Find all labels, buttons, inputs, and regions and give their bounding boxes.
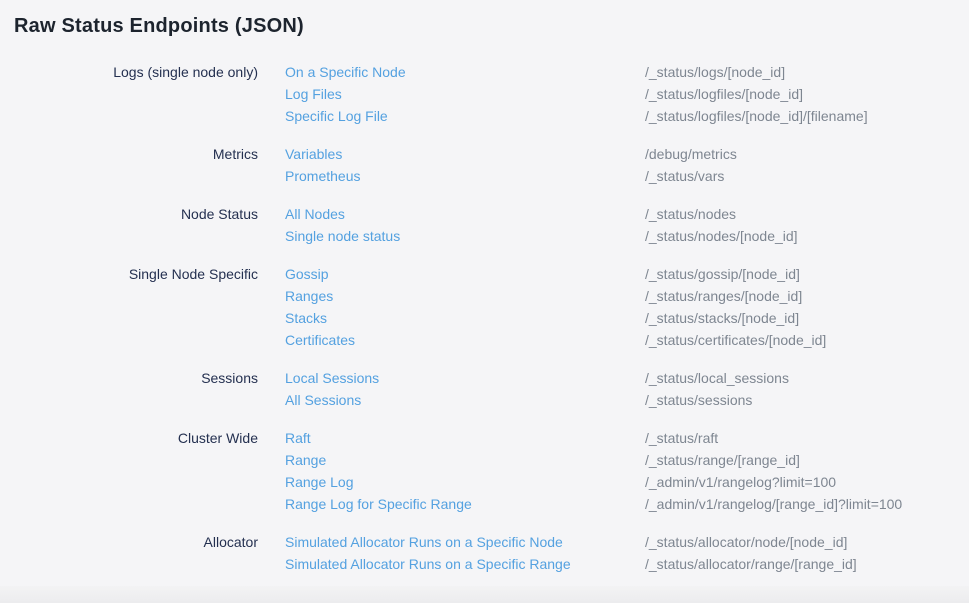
endpoint-path: /_status/ranges/[node_id]: [645, 285, 969, 307]
endpoint-path: /_status/certificates/[node_id]: [645, 329, 969, 351]
endpoint-group: Allocator Simulated Allocator Runs on a …: [0, 531, 969, 575]
paths-column: /_status/local_sessions/_status/sessions: [645, 367, 969, 411]
category-label: Single Node Specific: [0, 263, 258, 285]
paths-column: /_status/gossip/[node_id]/_status/ranges…: [645, 263, 969, 351]
links-column: GossipRangesStacksCertificates: [285, 263, 618, 351]
endpoint-path: /_status/nodes/[node_id]: [645, 225, 969, 247]
endpoint-group: Single Node Specific GossipRangesStacksC…: [0, 263, 969, 351]
endpoint-link[interactable]: Variables: [285, 143, 618, 165]
paths-column: /_status/nodes/_status/nodes/[node_id]: [645, 203, 969, 247]
endpoint-path: /_status/vars: [645, 165, 969, 187]
category-label: Logs (single node only): [0, 61, 258, 83]
endpoint-link[interactable]: Stacks: [285, 307, 618, 329]
links-column: VariablesPrometheus: [285, 143, 618, 187]
endpoint-link[interactable]: Raft: [285, 427, 618, 449]
links-column: All NodesSingle node status: [285, 203, 618, 247]
category-label: Node Status: [0, 203, 258, 225]
endpoint-group: Metrics VariablesPrometheus /debug/metri…: [0, 143, 969, 187]
endpoint-path: /_status/logs/[node_id]: [645, 61, 969, 83]
endpoint-group: Cluster Wide RaftRangeRange LogRange Log…: [0, 427, 969, 515]
endpoints-table: Logs (single node only) On a Specific No…: [0, 61, 969, 575]
endpoint-link[interactable]: Range: [285, 449, 618, 471]
category-label: Cluster Wide: [0, 427, 258, 449]
endpoint-path: /_status/allocator/node/[node_id]: [645, 531, 969, 553]
endpoint-link[interactable]: Log Files: [285, 83, 618, 105]
footer-strip: [0, 586, 969, 603]
endpoint-link[interactable]: On a Specific Node: [285, 61, 618, 83]
endpoint-path: /_status/logfiles/[node_id]: [645, 83, 969, 105]
endpoint-path: /_status/gossip/[node_id]: [645, 263, 969, 285]
endpoint-path: /_status/stacks/[node_id]: [645, 307, 969, 329]
paths-column: /_status/logs/[node_id]/_status/logfiles…: [645, 61, 969, 127]
endpoint-path: /_status/sessions: [645, 389, 969, 411]
endpoint-group: Sessions Local SessionsAll Sessions /_st…: [0, 367, 969, 411]
category-label: Metrics: [0, 143, 258, 165]
endpoint-link[interactable]: Range Log for Specific Range: [285, 493, 618, 515]
links-column: RaftRangeRange LogRange Log for Specific…: [285, 427, 618, 515]
endpoint-link[interactable]: Gossip: [285, 263, 618, 285]
endpoint-group: Logs (single node only) On a Specific No…: [0, 61, 969, 127]
endpoint-path: /_status/nodes: [645, 203, 969, 225]
paths-column: /_status/raft/_status/range/[range_id]/_…: [645, 427, 969, 515]
endpoint-path: /debug/metrics: [645, 143, 969, 165]
endpoint-link[interactable]: Range Log: [285, 471, 618, 493]
endpoint-link[interactable]: Single node status: [285, 225, 618, 247]
endpoint-path: /_status/raft: [645, 427, 969, 449]
page-title: Raw Status Endpoints (JSON): [0, 0, 969, 38]
endpoint-link[interactable]: Ranges: [285, 285, 618, 307]
endpoint-link[interactable]: Simulated Allocator Runs on a Specific N…: [285, 531, 618, 553]
category-label: Sessions: [0, 367, 258, 389]
endpoint-link[interactable]: Local Sessions: [285, 367, 618, 389]
links-column: Simulated Allocator Runs on a Specific N…: [285, 531, 618, 575]
endpoint-path: /_admin/v1/rangelog?limit=100: [645, 471, 969, 493]
endpoint-link[interactable]: All Nodes: [285, 203, 618, 225]
endpoint-path: /_status/allocator/range/[range_id]: [645, 553, 969, 575]
paths-column: /debug/metrics/_status/vars: [645, 143, 969, 187]
endpoint-path: /_status/range/[range_id]: [645, 449, 969, 471]
endpoint-path: /_admin/v1/rangelog/[range_id]?limit=100: [645, 493, 969, 515]
endpoint-link[interactable]: Prometheus: [285, 165, 618, 187]
endpoint-link[interactable]: Simulated Allocator Runs on a Specific R…: [285, 553, 618, 575]
links-column: On a Specific NodeLog FilesSpecific Log …: [285, 61, 618, 127]
links-column: Local SessionsAll Sessions: [285, 367, 618, 411]
endpoint-group: Node Status All NodesSingle node status …: [0, 203, 969, 247]
paths-column: /_status/allocator/node/[node_id]/_statu…: [645, 531, 969, 575]
endpoint-link[interactable]: All Sessions: [285, 389, 618, 411]
endpoint-path: /_status/logfiles/[node_id]/[filename]: [645, 105, 969, 127]
category-label: Allocator: [0, 531, 258, 553]
endpoint-path: /_status/local_sessions: [645, 367, 969, 389]
endpoint-link[interactable]: Specific Log File: [285, 105, 618, 127]
endpoint-link[interactable]: Certificates: [285, 329, 618, 351]
